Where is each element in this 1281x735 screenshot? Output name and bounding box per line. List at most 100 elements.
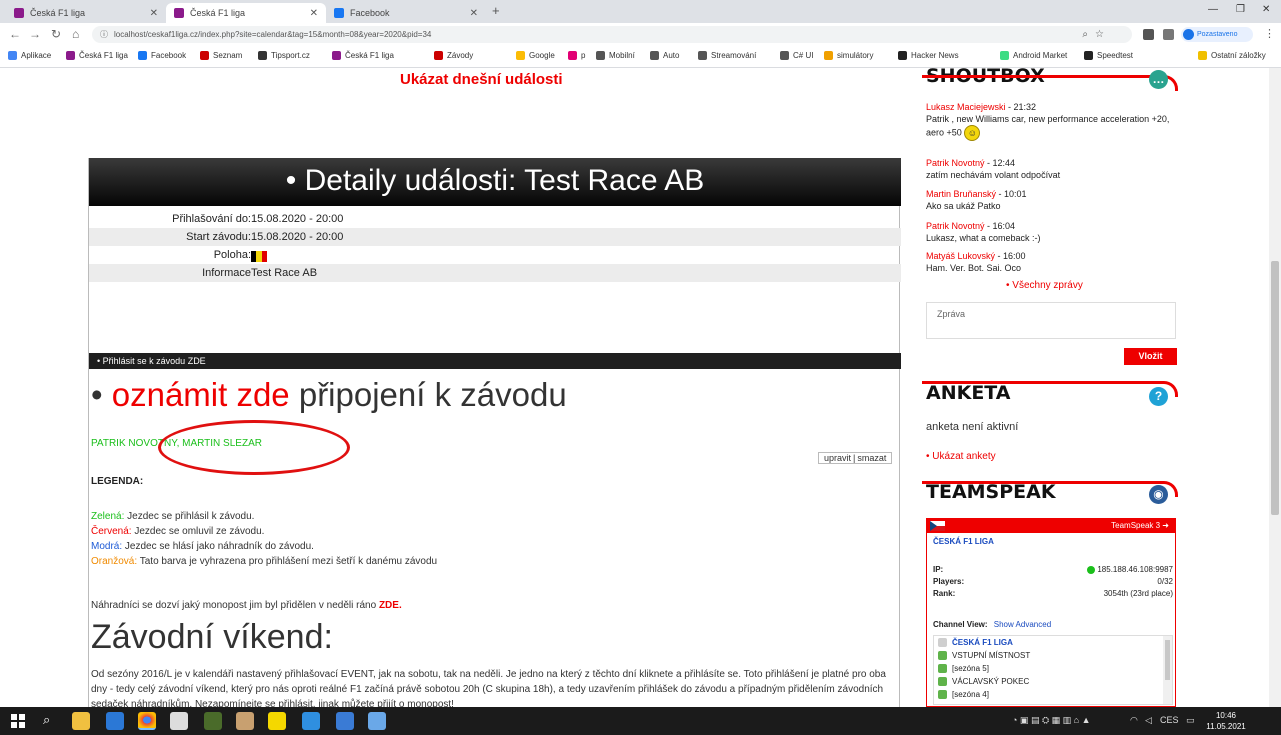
- bookmark-item[interactable]: C# UI: [780, 51, 813, 60]
- network-app-icon[interactable]: [336, 712, 354, 730]
- announce-link[interactable]: oznámit zde: [112, 376, 290, 413]
- notification-icon[interactable]: ▭: [1186, 715, 1195, 726]
- scrollbar-thumb[interactable]: [1271, 261, 1279, 515]
- tab-close-icon[interactable]: ✕: [310, 8, 318, 19]
- shout-author[interactable]: Matyáš Lukovský: [926, 251, 995, 261]
- shout-author[interactable]: Patrik Novotný: [926, 158, 985, 168]
- bookmark-item[interactable]: Auto: [650, 51, 679, 60]
- bookmark-item[interactable]: simulátory: [824, 51, 873, 60]
- browser-toolbar: ← → ↻ ⌂ ⓘ localhost/ceskaf1liga.cz/index…: [0, 23, 1281, 46]
- bookmark-item[interactable]: Speedtest: [1084, 51, 1133, 60]
- tool-app-icon[interactable]: [368, 712, 386, 730]
- shout-author[interactable]: Patrik Novotný: [926, 221, 985, 231]
- all-messages-link[interactable]: • Všechny zprávy: [1006, 280, 1083, 291]
- info-icon[interactable]: ⓘ: [100, 26, 108, 43]
- window-close-icon[interactable]: ✕: [1262, 4, 1270, 15]
- browser-tab-1[interactable]: Česká F1 liga ✕: [6, 3, 166, 23]
- bookmark-star-icon[interactable]: ☆: [1095, 26, 1104, 43]
- replacement-link[interactable]: ZDE.: [379, 600, 402, 611]
- bookmark-item[interactable]: Závody: [434, 51, 473, 60]
- shout-message-input[interactable]: Zpráva: [926, 302, 1176, 339]
- back-arrow-icon[interactable]: ←: [9, 27, 21, 41]
- show-today-events-link[interactable]: Ukázat dnešní události: [400, 71, 563, 88]
- teamspeak-rank: Rank: 3054th (23rd place): [933, 589, 1173, 601]
- browser-tab-2[interactable]: Česká F1 liga ✕: [166, 3, 326, 23]
- delete-link[interactable]: smazat: [855, 453, 888, 463]
- extensions-puzzle-icon[interactable]: [1163, 29, 1174, 40]
- zoom-icon[interactable]: ⌕: [1082, 26, 1088, 43]
- maximize-icon[interactable]: ❐: [1236, 4, 1245, 15]
- channel-tree-scrollbar[interactable]: [1163, 636, 1172, 704]
- race-weekend-heading: Závodní víkend:: [91, 618, 333, 656]
- bookmark-other[interactable]: Ostatní záložky: [1198, 51, 1266, 60]
- shout-author[interactable]: Martin Bruňanský: [926, 189, 996, 199]
- wifi-icon[interactable]: ◠: [1130, 715, 1138, 726]
- chrome-icon[interactable]: [138, 712, 156, 730]
- home-icon[interactable]: ⌂: [72, 27, 79, 41]
- signup-link[interactable]: • Přihlásit se k závodu ZDE: [89, 353, 901, 369]
- shout-message: Matyáš Lukovský - 16:00 Ham. Ver. Bot. S…: [926, 250, 1170, 274]
- bookmark-item[interactable]: Hacker News: [898, 51, 959, 60]
- file-explorer-icon[interactable]: [72, 712, 90, 730]
- bookmark-label: C# UI: [793, 51, 814, 60]
- browser-tab-label: Česká F1 liga: [190, 8, 246, 18]
- show-polls-link[interactable]: • Ukázat ankety: [926, 451, 996, 462]
- channel-view-label: Channel View:: [933, 620, 988, 629]
- bookmark-label: Česká F1 liga: [79, 51, 128, 60]
- minimize-icon[interactable]: —: [1208, 4, 1218, 15]
- bookmark-item[interactable]: Android Market: [1000, 51, 1067, 60]
- channel-item[interactable]: [sezóna 5]: [938, 664, 989, 673]
- folder-icon: [596, 51, 605, 60]
- channel-icon: [938, 664, 947, 673]
- tab-close-icon[interactable]: ✕: [470, 8, 478, 19]
- bookmark-item[interactable]: Google: [516, 51, 555, 60]
- shout-submit-button[interactable]: Vložit: [1124, 348, 1177, 365]
- site-favicon-icon: [174, 8, 184, 18]
- mail-icon[interactable]: [106, 712, 124, 730]
- browser-tab-3[interactable]: Facebook ✕: [326, 3, 486, 23]
- bookmark-item[interactable]: Česká F1 liga: [332, 51, 394, 60]
- channel-label: [sezóna 4]: [952, 690, 989, 699]
- tray-icons[interactable]: ◔ ▣ ▤ ⛭ ▦ ▥ ⌂ ▲: [1012, 715, 1091, 726]
- extension-icon[interactable]: [1143, 29, 1154, 40]
- bookmark-item[interactable]: Mobilní: [596, 51, 635, 60]
- poll-divider: [922, 381, 1178, 397]
- browser-menu-icon[interactable]: ⋮: [1264, 27, 1275, 40]
- bookmark-item[interactable]: Česká F1 liga: [66, 51, 128, 60]
- page-scrollbar[interactable]: [1269, 68, 1281, 707]
- kv-value[interactable]: 185.188.46.108:9987: [1087, 565, 1173, 574]
- address-bar[interactable]: ⓘ localhost/ceskaf1liga.cz/index.php?sit…: [92, 26, 1132, 43]
- bookmark-item[interactable]: p: [568, 51, 585, 60]
- channel-root[interactable]: ČESKÁ F1 LIGA: [938, 638, 1013, 647]
- volume-icon[interactable]: ◁: [1145, 715, 1152, 726]
- bookmark-item[interactable]: Seznam: [200, 51, 242, 60]
- app-z-icon[interactable]: [268, 712, 286, 730]
- tab-close-icon[interactable]: ✕: [150, 8, 158, 19]
- reload-icon[interactable]: ↻: [51, 27, 61, 41]
- profile-button[interactable]: Pozastaveno: [1181, 27, 1253, 42]
- teamspeak-server-name[interactable]: ČESKÁ F1 LIGA: [933, 537, 994, 546]
- channel-item[interactable]: VSTUPNÍ MÍSTNOST: [938, 651, 1030, 660]
- browser-tab-label: Facebook: [350, 8, 390, 18]
- channel-label: VÁCLAVSKÝ POKEC: [952, 677, 1030, 686]
- bookmark-item[interactable]: Tipsport.cz: [258, 51, 310, 60]
- windows-start-icon[interactable]: [11, 714, 25, 728]
- online-status-icon: [1087, 565, 1096, 574]
- paint-icon[interactable]: [236, 712, 254, 730]
- bookmark-apps[interactable]: Aplikace: [8, 51, 51, 60]
- show-advanced-link[interactable]: Show Advanced: [994, 620, 1051, 629]
- new-tab-button[interactable]: +: [492, 3, 500, 18]
- bookmark-item[interactable]: Streamování: [698, 51, 756, 60]
- channel-item[interactable]: VÁCLAVSKÝ POKEC: [938, 677, 1029, 686]
- forward-arrow-icon[interactable]: →: [29, 27, 41, 41]
- language-indicator[interactable]: CES: [1160, 715, 1179, 725]
- edit-link[interactable]: upravit: [822, 453, 853, 463]
- search-icon[interactable]: ⌕: [43, 712, 50, 728]
- channel-item[interactable]: [sezóna 4]: [938, 690, 989, 699]
- store-icon[interactable]: [170, 712, 188, 730]
- shout-author[interactable]: Lukasz Maciejewski: [926, 102, 1006, 112]
- system-clock[interactable]: 10:46 11.05.2021: [1202, 710, 1250, 732]
- calculator-icon[interactable]: [204, 712, 222, 730]
- bookmark-item[interactable]: Facebook: [138, 51, 186, 60]
- edge-icon[interactable]: [302, 712, 320, 730]
